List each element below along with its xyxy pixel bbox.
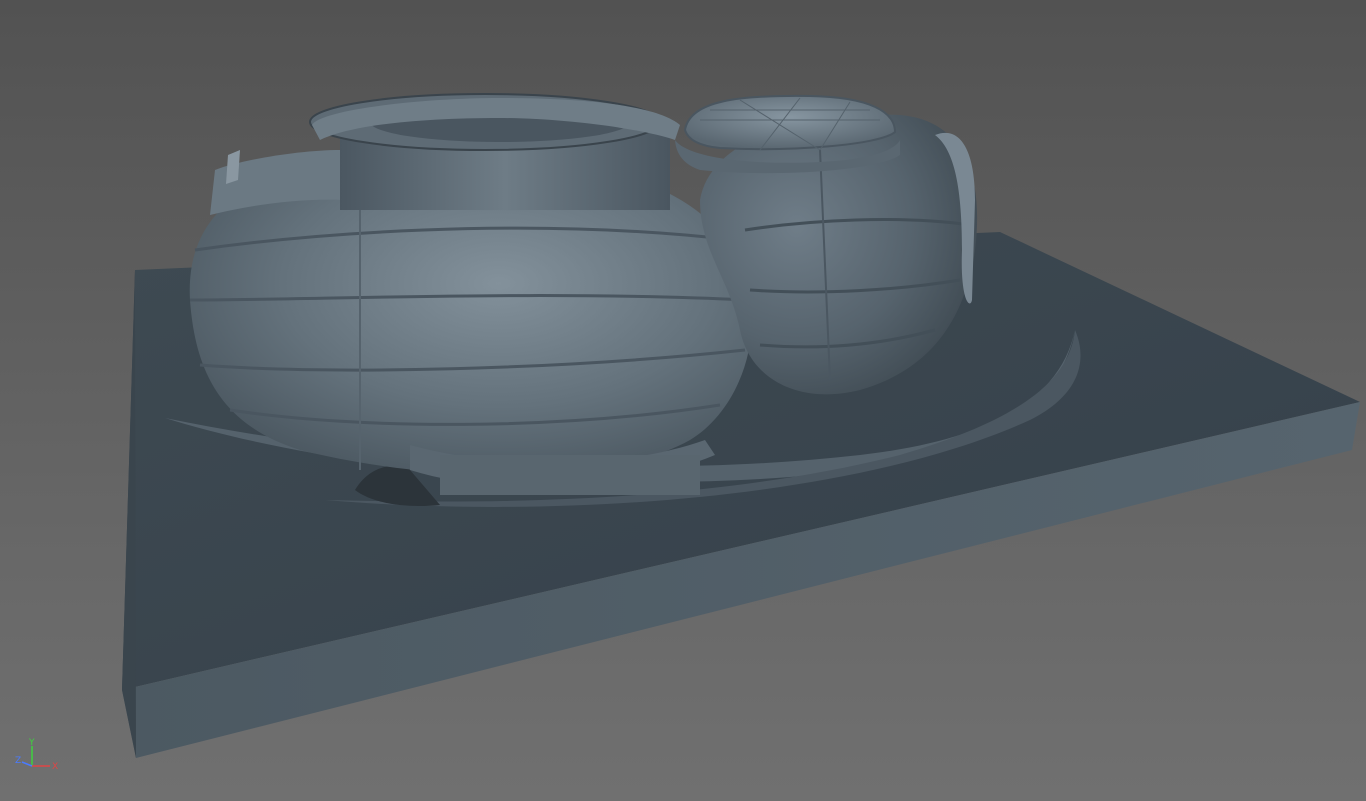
x-axis-label: X (52, 762, 58, 772)
top-tower (309, 93, 680, 210)
z-axis-label: Z (15, 756, 21, 766)
z-axis-line (21, 761, 33, 767)
axis-gizmo: Y Z X (15, 738, 58, 772)
3d-viewport[interactable]: Y Z X (0, 0, 1366, 801)
model-render (122, 93, 1360, 758)
y-axis-label: Y (28, 738, 35, 748)
